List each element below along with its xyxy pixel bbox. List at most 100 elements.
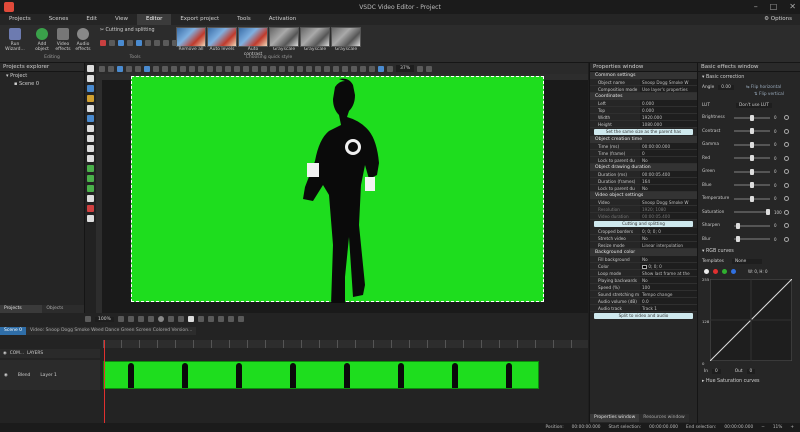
prop-value[interactable]: Linear interpolation bbox=[640, 242, 697, 248]
tree-item-scene[interactable]: ▪ Scene 0 bbox=[0, 80, 84, 88]
hand-icon[interactable] bbox=[87, 75, 94, 82]
effect-auto-levels[interactable]: Auto levels bbox=[207, 27, 237, 52]
flip-v-button[interactable]: ⇅ Flip vertical bbox=[698, 92, 800, 100]
prop-value[interactable]: 0; 0; 0 bbox=[640, 263, 697, 269]
chart-icon[interactable] bbox=[87, 155, 94, 162]
in-input[interactable]: 0 bbox=[712, 369, 721, 374]
slider-knob[interactable] bbox=[750, 128, 754, 135]
align-icon[interactable] bbox=[351, 65, 357, 72]
creation-time-section[interactable]: Object creation time bbox=[590, 136, 697, 143]
prop-row[interactable]: Video Snoop Dogg Smoke W bbox=[590, 199, 697, 206]
align-icon[interactable] bbox=[198, 65, 204, 72]
slider-track[interactable] bbox=[734, 141, 770, 148]
tool-icon[interactable] bbox=[136, 40, 142, 46]
slider-knob[interactable] bbox=[750, 114, 754, 121]
tool-icon[interactable] bbox=[163, 40, 169, 46]
cutting-splitting-button[interactable]: ✂ Cutting and splitting bbox=[100, 28, 155, 33]
tool-icon[interactable] bbox=[145, 40, 151, 46]
effect-auto-contrast[interactable]: Auto contrast bbox=[238, 27, 268, 57]
common-settings-section[interactable]: Common settings bbox=[590, 72, 697, 79]
align-icon[interactable] bbox=[324, 65, 330, 72]
drawing-duration-section[interactable]: Object drawing duration bbox=[590, 164, 697, 171]
text-icon[interactable] bbox=[87, 135, 94, 142]
prop-value[interactable]: No bbox=[640, 277, 697, 283]
align-icon[interactable] bbox=[252, 65, 258, 72]
reset-icon[interactable] bbox=[784, 236, 789, 242]
prop-row[interactable]: Playing backwards No bbox=[590, 277, 697, 284]
effect-grayscale-2[interactable]: Grayscale bbox=[300, 27, 330, 52]
zoom-out-icon[interactable]: − bbox=[761, 425, 765, 430]
prop-row[interactable]: Height 1080.000 bbox=[590, 121, 697, 128]
record-icon[interactable] bbox=[157, 316, 164, 322]
align-icon[interactable] bbox=[270, 65, 276, 72]
align-icon[interactable] bbox=[243, 65, 249, 72]
minimize-icon[interactable]: – bbox=[754, 2, 758, 12]
align-icon[interactable] bbox=[171, 65, 177, 72]
align-icon[interactable] bbox=[333, 65, 339, 72]
align-icon[interactable] bbox=[360, 65, 366, 72]
channel-green-icon[interactable] bbox=[722, 269, 727, 274]
play-icon[interactable] bbox=[187, 316, 194, 322]
prop-row[interactable]: Sound stretching m Tempo change bbox=[590, 291, 697, 298]
coordinates-section[interactable]: Coordinates bbox=[590, 93, 697, 100]
tool-icon[interactable] bbox=[100, 40, 106, 46]
prop-value[interactable]: Track 1 bbox=[640, 305, 697, 311]
align-icon[interactable] bbox=[225, 65, 231, 72]
prop-value[interactable]: 00:00:00.000 bbox=[640, 143, 697, 149]
fullscreen-icon[interactable] bbox=[417, 65, 424, 72]
align-icon[interactable] bbox=[261, 65, 267, 72]
slider-knob[interactable] bbox=[766, 209, 770, 216]
step-back-icon[interactable] bbox=[177, 316, 184, 322]
reset-icon[interactable] bbox=[784, 223, 789, 229]
prop-value[interactable]: Tempo change bbox=[640, 291, 697, 297]
tool-icon[interactable] bbox=[154, 40, 160, 46]
prop-row[interactable]: Composition mode Use layer's properties bbox=[590, 86, 697, 93]
track-header[interactable]: ◉ Blend Layer 1 bbox=[0, 360, 100, 390]
redo-icon[interactable] bbox=[135, 65, 141, 72]
crop-icon[interactable] bbox=[117, 65, 123, 72]
tab-properties[interactable]: Properties window bbox=[590, 414, 640, 422]
slider-track[interactable] bbox=[734, 155, 770, 162]
loop-icon[interactable] bbox=[227, 316, 234, 322]
reset-icon[interactable] bbox=[784, 155, 789, 161]
effects-icon[interactable] bbox=[87, 215, 94, 222]
align-icon[interactable] bbox=[207, 65, 213, 72]
align-icon[interactable] bbox=[279, 65, 285, 72]
menu-activation[interactable]: Activation bbox=[260, 14, 306, 25]
menu-editor[interactable]: Editor bbox=[137, 14, 172, 25]
split-audio-video-button[interactable]: Split to video and audio bbox=[594, 313, 693, 319]
slider-track[interactable] bbox=[734, 114, 770, 121]
reset-icon[interactable] bbox=[784, 169, 789, 175]
fit-icon[interactable] bbox=[426, 65, 433, 72]
pen-icon[interactable] bbox=[87, 95, 94, 102]
effect-grayscale-1[interactable]: Grayscale bbox=[269, 27, 299, 52]
tool-icon[interactable] bbox=[127, 40, 133, 46]
tab-video[interactable]: Video: Snoop Dogg Smoke Weed Dance Green… bbox=[26, 327, 197, 335]
prop-value[interactable]: No bbox=[640, 235, 697, 241]
prop-value[interactable]: 1920.000 bbox=[640, 114, 697, 120]
zoom-select[interactable]: 37% bbox=[396, 65, 415, 72]
prop-row[interactable]: Lock to parent du No bbox=[590, 157, 697, 164]
add-object-button[interactable]: Add object bbox=[32, 28, 52, 52]
subtitle-icon[interactable] bbox=[87, 145, 94, 152]
prop-value[interactable]: Snoop Dogg Smoke W bbox=[640, 199, 697, 205]
grid-icon[interactable] bbox=[387, 65, 393, 72]
step-forward-icon[interactable] bbox=[207, 316, 214, 322]
prop-row[interactable]: Audio track Track 1 bbox=[590, 305, 697, 312]
prop-value[interactable]: 0.000 bbox=[640, 107, 697, 113]
align-icon[interactable] bbox=[234, 65, 240, 72]
prop-value[interactable]: 0.0 bbox=[640, 298, 697, 304]
run-wizard-button[interactable]: Run Wizard... bbox=[4, 28, 26, 52]
video-clip[interactable] bbox=[103, 361, 539, 389]
reset-icon[interactable] bbox=[784, 128, 789, 134]
stop-icon[interactable] bbox=[197, 316, 204, 322]
same-size-button[interactable]: Set the same size as the parent has bbox=[594, 129, 693, 135]
video-effects-button[interactable]: Video effects bbox=[54, 28, 72, 52]
playhead[interactable] bbox=[104, 340, 105, 423]
reset-icon[interactable] bbox=[784, 182, 789, 188]
slider-track[interactable] bbox=[734, 168, 770, 175]
rectangle-icon[interactable] bbox=[87, 115, 94, 122]
menu-projects[interactable]: Projects bbox=[0, 14, 40, 25]
menu-tools[interactable]: Tools bbox=[228, 14, 260, 25]
snap-icon[interactable] bbox=[85, 316, 91, 322]
